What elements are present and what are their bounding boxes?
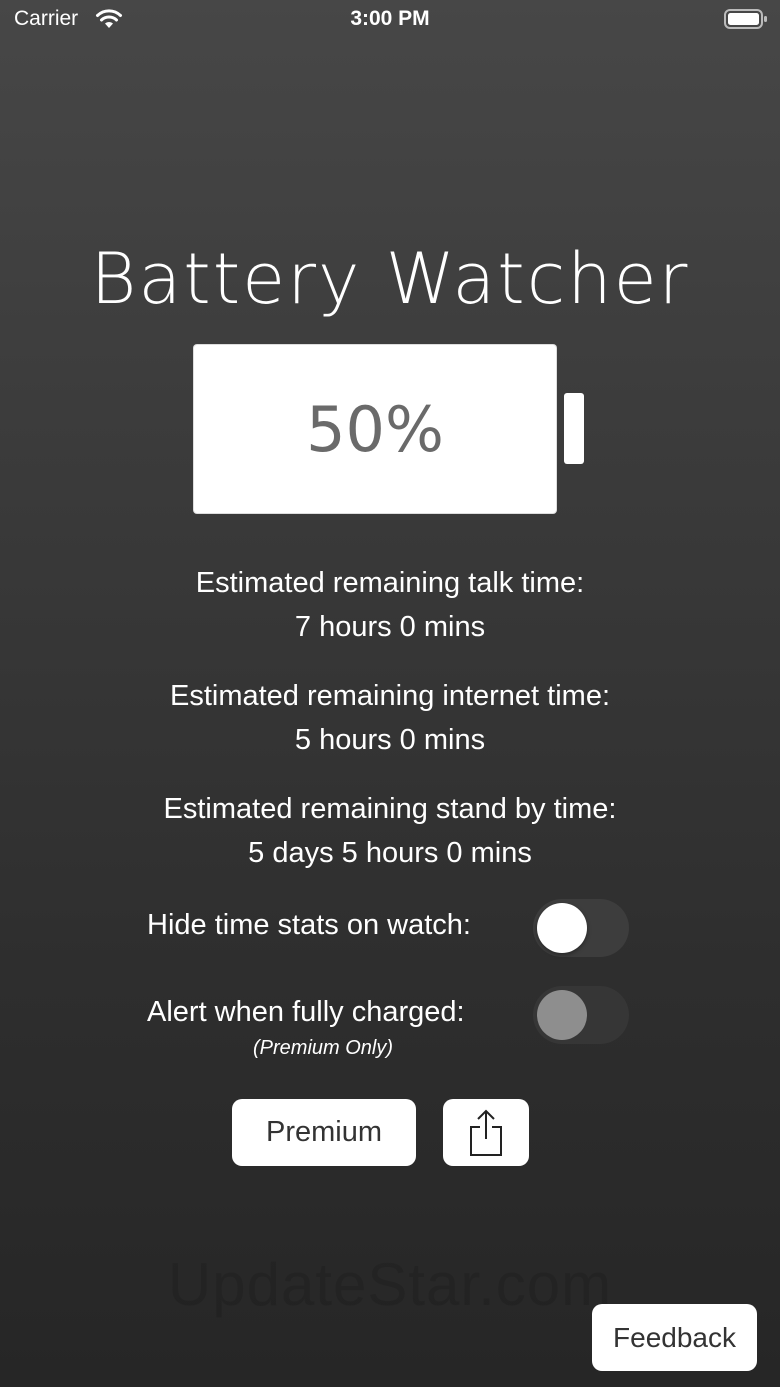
status-bar: Carrier 3:00 PM — [0, 0, 780, 40]
talk-time-label: Estimated remaining talk time: — [195, 567, 585, 599]
alert-charged-label: Alert when fully charged: — [147, 996, 465, 1028]
battery-icon — [724, 9, 767, 29]
share-icon — [470, 1109, 502, 1156]
internet-time-stat: Estimated remaining internet time: 5 hou… — [0, 674, 780, 762]
hide-stats-toggle[interactable] — [533, 899, 629, 957]
share-button[interactable] — [443, 1099, 529, 1166]
talk-time-value: 7 hours 0 mins — [294, 611, 486, 643]
standby-time-value: 5 days 5 hours 0 mins — [248, 837, 532, 869]
hide-stats-label: Hide time stats on watch: — [147, 909, 471, 941]
standby-time-stat: Estimated remaining stand by time: 5 day… — [0, 787, 780, 875]
battery-graphic: 50% — [194, 345, 556, 513]
premium-only-note: (Premium Only) — [253, 1037, 394, 1059]
internet-time-value: 5 hours 0 mins — [294, 724, 486, 756]
internet-time-label: Estimated remaining internet time: — [169, 680, 611, 712]
battery-tip — [564, 393, 584, 464]
toggle-knob — [537, 990, 587, 1040]
premium-button[interactable]: Premium — [232, 1099, 416, 1166]
battery-percent: 50% — [306, 392, 444, 466]
toggle-knob — [537, 903, 587, 953]
status-time: 3:00 PM — [350, 7, 430, 30]
standby-time-label: Estimated remaining stand by time: — [163, 793, 617, 825]
feedback-button[interactable]: Feedback — [592, 1304, 757, 1371]
app-title: Battery Watcher — [90, 238, 690, 320]
talk-time-stat: Estimated remaining talk time: 7 hours 0… — [0, 561, 780, 649]
alert-charged-toggle[interactable] — [533, 986, 629, 1044]
